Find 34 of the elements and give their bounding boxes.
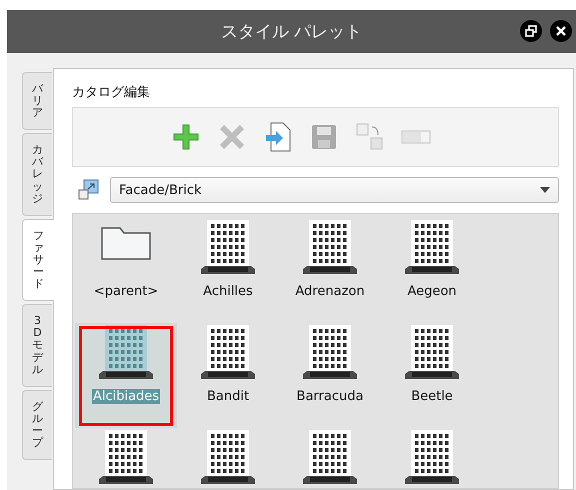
section-title: カタログ編集 — [72, 84, 151, 101]
close-icon — [555, 25, 567, 37]
folder-navigate-icon[interactable] — [78, 179, 100, 201]
close-icon — [218, 123, 246, 151]
restore-button[interactable] — [520, 20, 542, 42]
side-tab[interactable]: 3D モデル — [22, 304, 52, 387]
tile-label: Bandit — [206, 389, 250, 404]
path-dropdown[interactable]: Facade/Brick — [110, 177, 559, 203]
side-tab[interactable]: グループ — [22, 390, 52, 460]
style-tile[interactable]: Achilles — [177, 218, 279, 323]
tile-label: Beetle — [410, 389, 454, 404]
side-tab[interactable]: カバレッジ — [22, 133, 52, 216]
style-tile[interactable]: Adrenazon — [279, 218, 381, 323]
restore-icon — [525, 25, 537, 37]
rectangle-icon — [400, 129, 430, 145]
caret-icon — [540, 187, 550, 193]
style-tile[interactable]: <parent> — [75, 218, 177, 323]
window-title: スタイル パレット — [220, 21, 364, 43]
tile-label: Alcibiades — [92, 389, 160, 404]
style-tile[interactable]: Beetle — [381, 323, 483, 428]
style-tile[interactable]: Barracuda — [279, 323, 381, 428]
side-tab[interactable]: ファサード — [22, 218, 54, 302]
style-tile[interactable]: Bandit — [177, 323, 279, 428]
tile-label: <parent> — [92, 284, 160, 299]
tile-label: Aegeon — [406, 284, 458, 299]
plus-icon — [172, 123, 200, 151]
close-button[interactable] — [550, 20, 572, 42]
tile-label: Achilles — [202, 284, 254, 299]
style-tile[interactable]: Aegeon — [381, 218, 483, 323]
cubes-icon — [356, 123, 384, 151]
document-arrow-icon — [264, 122, 290, 152]
side-tab[interactable]: バリア — [22, 72, 52, 130]
tile-label: Adrenazon — [294, 284, 366, 299]
tile-label: Barracuda — [296, 389, 364, 404]
